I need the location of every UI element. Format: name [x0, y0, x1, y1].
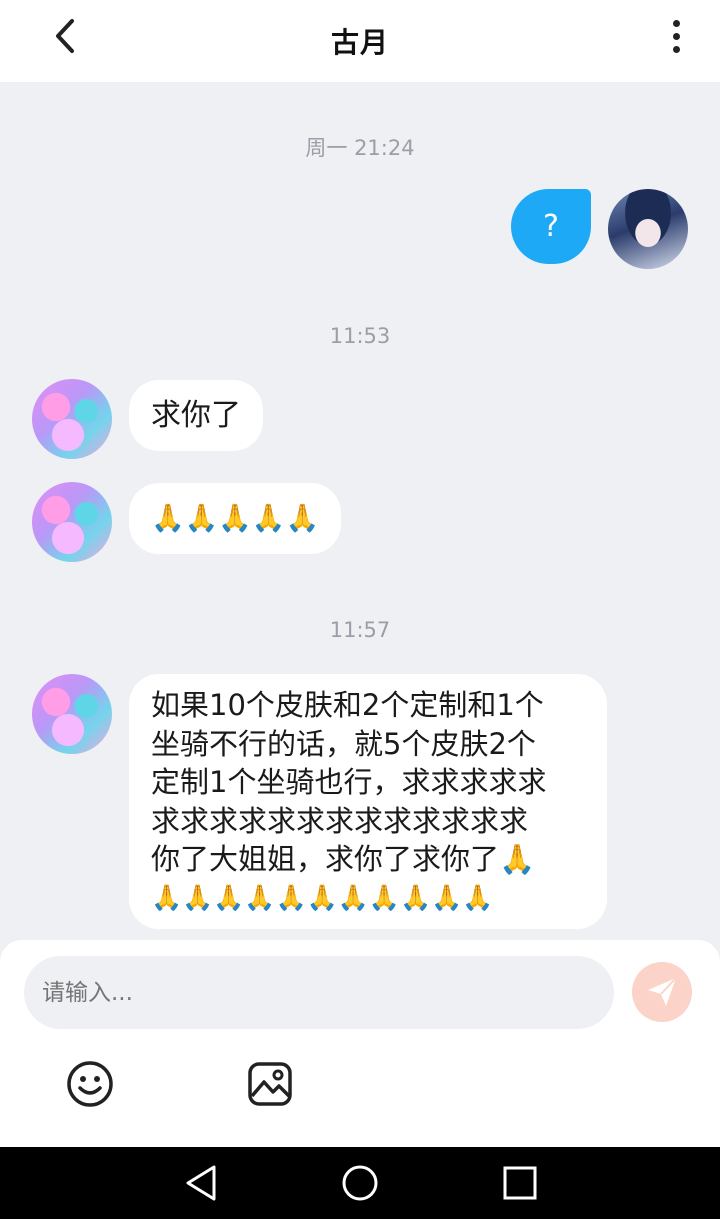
- system-nav-bar: [0, 1147, 720, 1219]
- received-message-bubble[interactable]: 🙏🙏🙏🙏🙏: [129, 483, 342, 554]
- message-line: 定制1个坐骑也行，求求求求求: [151, 765, 547, 799]
- chat-title: 古月: [330, 26, 389, 59]
- timestamp: 11:53: [329, 324, 391, 348]
- send-button[interactable]: [632, 962, 692, 1022]
- message-line: 坐骑不行的话，就5个皮肤2个: [151, 726, 536, 761]
- contact-avatar[interactable]: [32, 379, 112, 459]
- emoji-smile-icon: [67, 1061, 113, 1107]
- sent-message-bubble[interactable]: ?: [511, 189, 591, 264]
- message-line: 求求求求求求求求求求求求求: [151, 803, 529, 838]
- timestamp: 11:57: [329, 618, 391, 642]
- recents-square-icon: [503, 1166, 537, 1200]
- send-icon: [648, 977, 677, 1006]
- header-bar: 古月: [0, 0, 720, 82]
- emoji-button[interactable]: [66, 1060, 114, 1108]
- image-button[interactable]: [246, 1060, 294, 1108]
- message-line: 如果10个皮肤和2个定制和1个: [151, 688, 544, 722]
- contact-avatar[interactable]: [32, 482, 112, 562]
- system-home-button[interactable]: [338, 1161, 382, 1205]
- my-avatar[interactable]: [608, 189, 688, 269]
- message-list[interactable]: 周一 21:24 ? 11:53 求你了 🙏🙏🙏🙏🙏 11:57 如果10个皮肤…: [0, 82, 720, 940]
- more-options-button[interactable]: [660, 14, 692, 58]
- message-line: 你了大姐姐，求你了求你了🙏: [151, 842, 536, 876]
- home-circle-icon: [342, 1165, 378, 1201]
- message-line: 🙏🙏🙏🙏🙏🙏🙏🙏🙏🙏🙏: [151, 882, 494, 912]
- system-recents-button[interactable]: [498, 1161, 542, 1205]
- more-vertical-icon: [672, 19, 680, 27]
- back-button[interactable]: [48, 16, 82, 56]
- more-dot: [672, 32, 680, 40]
- system-back-button[interactable]: [180, 1161, 224, 1205]
- image-icon: [248, 1062, 292, 1106]
- received-message-bubble[interactable]: 如果10个皮肤和2个定制和1个 坐骑不行的话，就5个皮肤2个 定制1个坐骑也行，…: [129, 674, 607, 929]
- timestamp: 周一 21:24: [305, 136, 415, 160]
- message-input[interactable]: [24, 956, 614, 1029]
- composer-panel: [0, 940, 720, 1147]
- received-message-bubble[interactable]: 求你了: [129, 380, 263, 451]
- more-dot: [672, 45, 680, 53]
- back-triangle-icon: [186, 1165, 216, 1201]
- contact-avatar[interactable]: [32, 674, 112, 754]
- chevron-left-icon: [56, 19, 74, 53]
